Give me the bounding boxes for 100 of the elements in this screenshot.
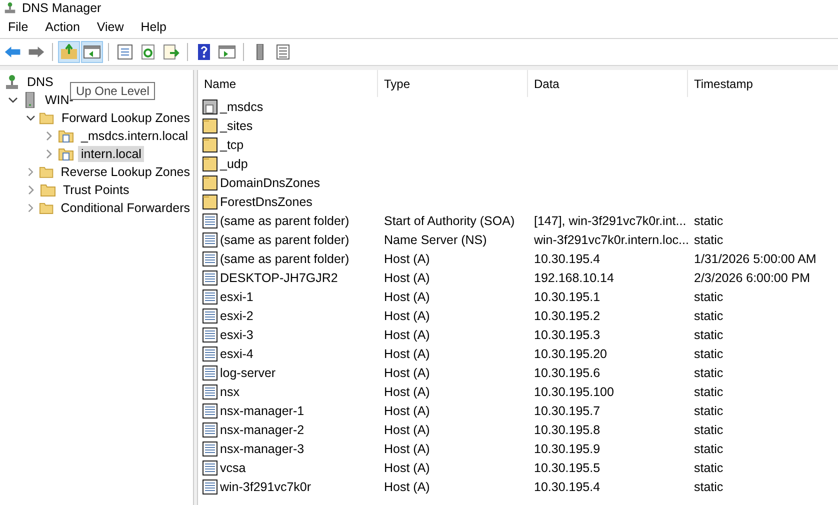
zone-folder-icon: [58, 128, 74, 144]
tooltip: Up One Level: [70, 82, 156, 100]
table-cell-text: 10.30.195.4: [533, 252, 602, 266]
folder-icon: [39, 110, 54, 126]
record-icon: [202, 440, 218, 456]
record-name[interactable]: nsx-manager-1: [220, 404, 304, 418]
table-cell-text: 10.30.195.8: [533, 422, 602, 436]
record-name[interactable]: esxi-4: [220, 346, 254, 360]
record-icon: [202, 384, 218, 400]
table-cell-text: Host (A): [383, 252, 431, 266]
record-icon: [202, 308, 218, 324]
record-icon: [202, 422, 218, 438]
table-cell-text: 10.30.195.1: [533, 290, 602, 304]
table-cell-text: 2/3/2026 6:00:00 PM: [693, 270, 812, 284]
table-cell-text: [147], win-3f291vc7k0r.int...: [533, 214, 688, 228]
table-cell-text: static: [693, 460, 724, 474]
table-cell-text: 10.30.195.5: [533, 460, 602, 474]
record-name[interactable]: (same as parent folder): [220, 232, 350, 246]
table-cell-text: 10.30.195.3: [533, 328, 602, 342]
record-name[interactable]: _msdcs: [220, 100, 264, 114]
record-name[interactable]: _tcp: [220, 138, 244, 152]
folder-icon: [202, 194, 218, 210]
record-icon: [202, 326, 218, 342]
folder-icon: [202, 174, 218, 190]
table-cell-text: 1/31/2026 5:00:00 AM: [693, 252, 818, 266]
up-button[interactable]: [58, 41, 80, 63]
tree-button[interactable]: [81, 41, 103, 63]
tree-item[interactable]: Forward Lookup Zones: [58, 110, 193, 126]
menu-item[interactable]: View: [96, 20, 124, 34]
record-icon: [202, 460, 218, 476]
table-cell-text: static: [693, 422, 724, 436]
menu-item[interactable]: Help: [140, 20, 166, 34]
table-cell-text: Host (A): [383, 480, 431, 494]
table-cell-text: Host (A): [383, 442, 431, 456]
back-arrow-icon: [4, 44, 22, 60]
record-name[interactable]: vcsa: [220, 460, 246, 474]
record-icon: [202, 270, 218, 286]
table-cell-text: 10.30.195.4: [533, 480, 602, 494]
record-name[interactable]: esxi-2: [220, 308, 254, 322]
table-cell-text: static: [693, 442, 724, 456]
tree-item[interactable]: Conditional Forwarders: [58, 200, 193, 216]
folder-icon: [202, 118, 218, 134]
record-name[interactable]: nsx-manager-3: [220, 442, 304, 456]
table-cell-text: 10.30.195.6: [533, 366, 602, 380]
column-header[interactable]: Data: [528, 70, 688, 97]
tree-item[interactable]: DNS: [24, 74, 56, 90]
record-name[interactable]: DESKTOP-JH7GJR2: [220, 270, 338, 284]
table-cell-text: 10.30.195.9: [533, 442, 602, 456]
menu-item[interactable]: File: [8, 20, 28, 34]
record-name[interactable]: win-3f291vc7k0r: [220, 480, 312, 494]
column-header[interactable]: Name: [198, 70, 378, 97]
dns-icon: [4, 2, 16, 14]
table-cell-text: Host (A): [383, 270, 431, 284]
table-cell-text: Host (A): [383, 290, 431, 304]
record-name[interactable]: _sites: [220, 118, 253, 132]
table-cell-text: static: [693, 308, 724, 322]
record-icon: [202, 250, 218, 266]
record-name[interactable]: log-server: [220, 366, 276, 380]
column-header[interactable]: Type: [378, 70, 528, 97]
table-cell-text: win-3f291vc7k0r.intern.loc...: [533, 232, 688, 246]
table-cell-text: static: [693, 404, 724, 418]
record-name[interactable]: ForestDnsZones: [220, 194, 312, 208]
folder-icon: [202, 136, 218, 152]
table-cell-text: 192.168.10.14: [533, 270, 615, 284]
record-icon: [202, 288, 218, 304]
folder-icon: [39, 164, 54, 180]
folder-icon: [39, 200, 54, 216]
record-name[interactable]: DomainDnsZones: [220, 176, 320, 190]
tree-item[interactable]: intern.local: [78, 146, 144, 162]
table-cell-text: static: [693, 384, 724, 398]
table-cell-text: Host (A): [383, 422, 431, 436]
tree-item[interactable]: Reverse Lookup Zones: [58, 164, 193, 180]
window-title: DNS Manager: [22, 1, 102, 15]
record-name[interactable]: (same as parent folder): [220, 214, 350, 228]
record-name[interactable]: esxi-3: [220, 328, 254, 342]
zone-folder-icon: [58, 146, 74, 162]
table-cell-text: 10.30.195.2: [533, 308, 602, 322]
dns-icon: [4, 74, 20, 90]
tree-item[interactable]: _msdcs.intern.local: [78, 128, 191, 144]
column-header[interactable]: Timestamp: [688, 70, 838, 97]
folder-icon: [40, 182, 56, 198]
table-cell-text: Host (A): [383, 404, 431, 418]
table-cell-text: 10.30.195.100: [533, 384, 615, 398]
record-name[interactable]: (same as parent folder): [220, 252, 350, 266]
menu-item[interactable]: Action: [45, 20, 80, 34]
record-icon: [202, 232, 218, 248]
record-name[interactable]: nsx-manager-2: [220, 422, 304, 436]
record-icon: [202, 364, 218, 380]
table-cell-text: Start of Authority (SOA): [383, 214, 516, 228]
table-cell-text: Host (A): [383, 308, 431, 322]
table-cell-text: static: [693, 214, 724, 228]
record-name[interactable]: esxi-1: [220, 290, 254, 304]
record-name[interactable]: _udp: [220, 156, 248, 170]
forward-arrow-icon: [27, 44, 45, 60]
table-cell-text: static: [693, 328, 724, 342]
table-cell-text: static: [693, 480, 724, 494]
record-name[interactable]: nsx: [220, 384, 240, 398]
record-icon: [202, 402, 218, 418]
document-icon: [202, 98, 218, 114]
tree-item[interactable]: Trust Points: [60, 182, 132, 198]
